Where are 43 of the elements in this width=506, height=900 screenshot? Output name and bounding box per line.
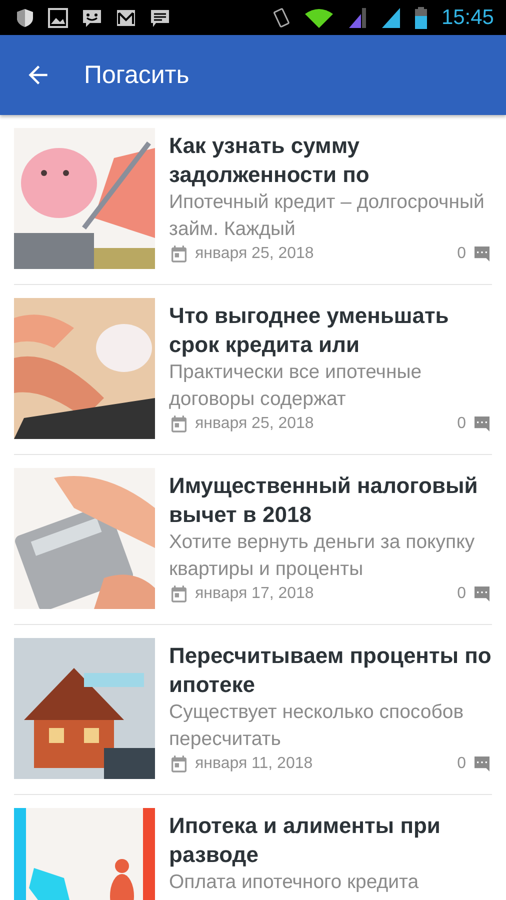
article-item[interactable]: Как узнать сумму задолженности по Ипотечный кредит – долгосрочный займ. Каждый января 25, 2018 0 xyxy=(14,115,492,285)
calendar-icon xyxy=(169,414,189,434)
article-excerpt: Практически все ипотечные договоры содержат xyxy=(169,360,423,412)
battery-icon xyxy=(415,6,428,28)
calendar-icon xyxy=(169,584,189,604)
article-title: Пересчитываем проценты по ипотеке xyxy=(169,642,492,699)
comment-icon xyxy=(472,584,492,604)
article-date: января 11, 2018 xyxy=(195,755,313,773)
comment-count: 0 xyxy=(457,755,466,773)
signal-icon xyxy=(347,8,368,28)
article-item[interactable]: Пересчитываем проценты по ипотеке Существует несколько способов пересчитать января 11, 2018 0 xyxy=(14,625,492,795)
screen-title: Погасить xyxy=(84,60,190,90)
article-excerpt: Существует несколько способов пересчитать xyxy=(169,700,465,752)
article-item[interactable]: Ипотека и алименты при разводе Оплата ипотечного кредита xyxy=(14,795,492,900)
image-icon xyxy=(48,8,68,28)
shield-icon xyxy=(16,8,34,28)
message-icon xyxy=(150,8,170,28)
article-item[interactable]: Имущественный налоговый вычет в 2018 Хотите вернуть деньги за покупку квартиры и проценты января 17, 2018 0 xyxy=(14,455,492,625)
comment-count: 0 xyxy=(457,415,466,433)
calendar-icon xyxy=(169,244,189,264)
article-date: января 25, 2018 xyxy=(195,245,314,263)
comment-icon xyxy=(472,414,492,434)
article-title: Имущественный налоговый вычет в 2018 xyxy=(169,472,479,529)
article-title: Как узнать сумму задолженности по xyxy=(169,132,370,189)
article-date: января 17, 2018 xyxy=(195,585,314,603)
comment-count: 0 xyxy=(457,585,466,603)
article-title: Ипотека и алименты при разводе xyxy=(169,812,442,869)
clock: 15:45 xyxy=(441,6,494,30)
vibrate-icon xyxy=(271,6,292,28)
article-item[interactable]: Что выгоднее уменьшать срок кредита или Практически все ипотечные договоры содержат января 25, 2018 0 xyxy=(14,285,492,455)
article-title: Что выгоднее уменьшать срок кредита или xyxy=(169,302,450,359)
article-date: января 25, 2018 xyxy=(195,415,314,433)
chat-icon xyxy=(82,8,102,28)
mail-icon xyxy=(116,8,136,26)
comment-count: 0 xyxy=(457,245,466,263)
signal-icon xyxy=(381,8,402,28)
comment-icon xyxy=(472,244,492,264)
article-excerpt: Хотите вернуть деньги за покупку квартиры и проценты xyxy=(169,530,476,582)
wifi-icon xyxy=(305,8,334,28)
calendar-icon xyxy=(169,754,189,774)
article-excerpt: Оплата ипотечного кредита xyxy=(169,870,420,895)
article-excerpt: Ипотечный кредит – долгосрочный займ. Каждый xyxy=(169,190,486,242)
comment-icon xyxy=(472,754,492,774)
